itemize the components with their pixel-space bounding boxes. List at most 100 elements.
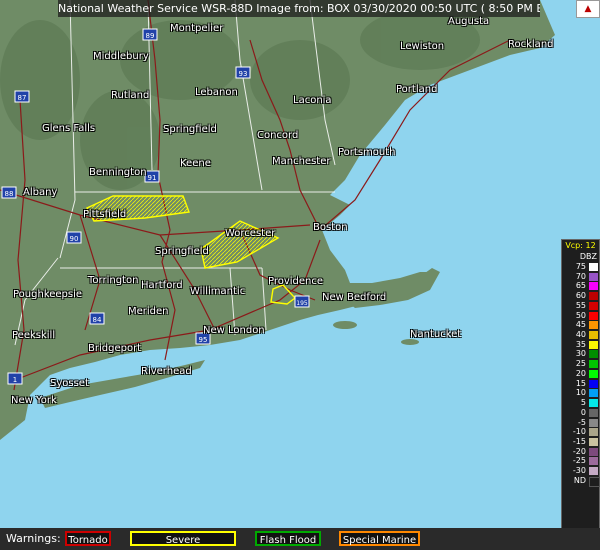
legend-color-swatch bbox=[589, 360, 598, 369]
legend-level-label: 30 bbox=[575, 349, 586, 359]
legend-row: 55 bbox=[562, 301, 599, 311]
legend-row: 60 bbox=[562, 291, 599, 301]
shield-text: 88 bbox=[5, 190, 14, 198]
city-label: Nantucket bbox=[410, 329, 462, 340]
legend-color-swatch bbox=[589, 301, 598, 310]
legend-level-label: 50 bbox=[575, 310, 586, 320]
legend-row: -30 bbox=[562, 466, 599, 476]
highway-marker-icon: ▲ bbox=[576, 0, 600, 18]
legend-color-swatch bbox=[589, 457, 598, 466]
shield-text: 91 bbox=[148, 174, 157, 182]
city-label: Hartford bbox=[141, 280, 183, 291]
legend-color-swatch bbox=[589, 311, 598, 320]
city-label: Middlebury bbox=[93, 51, 149, 62]
legend-level-label: 25 bbox=[575, 359, 586, 369]
city-label: Springfield bbox=[155, 246, 209, 257]
city-label: Meriden bbox=[128, 306, 169, 317]
legend-level-label: 10 bbox=[575, 388, 586, 398]
legend-row: 15 bbox=[562, 379, 599, 389]
legend-level-label: 60 bbox=[575, 291, 586, 301]
legend-level-label: ND bbox=[573, 475, 586, 485]
city-label: Willimantic bbox=[190, 286, 246, 297]
legend-level-label: 70 bbox=[575, 271, 586, 281]
warning-special-marine-button[interactable]: Special Marine bbox=[339, 531, 420, 546]
legend-level-label: 0 bbox=[580, 407, 586, 417]
legend-level-label: 75 bbox=[575, 262, 586, 271]
city-label: Glens Falls bbox=[42, 123, 96, 134]
legend-level-label: -15 bbox=[572, 436, 586, 446]
warning-severe-thunderstorm-button[interactable]: Severe Thunderstorm bbox=[130, 531, 236, 546]
legend-color-swatch bbox=[589, 350, 598, 359]
warning-flash-flood-button[interactable]: Flash Flood bbox=[255, 531, 321, 546]
city-label: Lewiston bbox=[400, 41, 445, 52]
legend-row: 45 bbox=[562, 320, 599, 330]
city-label: Rutland bbox=[111, 90, 150, 101]
legend-color-swatch bbox=[589, 321, 598, 330]
interstate-shield-195: 195 bbox=[294, 295, 310, 308]
interstate-shield-88: 88 bbox=[1, 186, 17, 199]
interstate-shield-1: 1 bbox=[7, 372, 23, 385]
legend-color-swatch bbox=[589, 408, 598, 417]
warning-label: Severe Thunderstorm bbox=[165, 535, 201, 546]
legend-row: 30 bbox=[562, 349, 599, 359]
legend-level-label: 15 bbox=[575, 378, 586, 388]
city-label: Providence bbox=[268, 276, 324, 287]
shield-text: 87 bbox=[18, 94, 27, 102]
city-label: Riverhead bbox=[141, 366, 192, 377]
legend-color-swatch bbox=[589, 447, 598, 456]
legend-color-swatch bbox=[589, 418, 598, 427]
legend-row: 40 bbox=[562, 330, 599, 340]
legend-color-swatch bbox=[589, 340, 598, 349]
city-label: Boston bbox=[313, 222, 348, 233]
legend-level-label: -25 bbox=[572, 456, 586, 466]
city-label: Poughkeepsie bbox=[13, 289, 83, 300]
legend-level-label: -30 bbox=[572, 466, 586, 476]
reflectivity-legend: Vcp: 12 DBZ 75 70 65 60 55 50 45 40 35 30 25 20 15 10… bbox=[561, 239, 600, 543]
legend-level-label: 45 bbox=[575, 320, 586, 330]
legend-row: -15 bbox=[562, 437, 599, 447]
warnings-bar: Warnings: Tornado Severe Thunderstorm Fl… bbox=[0, 528, 600, 550]
interstate-shield-93: 93 bbox=[235, 66, 251, 79]
legend-color-swatch bbox=[589, 437, 598, 446]
legend-row: 0 bbox=[562, 408, 599, 418]
legend-level-label: 65 bbox=[575, 281, 586, 291]
legend-color-swatch bbox=[589, 428, 598, 437]
warnings-label: Warnings: bbox=[6, 532, 61, 545]
image-title-bar: National Weather Service WSR-88D Image f… bbox=[58, 0, 540, 17]
legend-level-label: 5 bbox=[580, 398, 586, 408]
legend-row: -20 bbox=[562, 447, 599, 457]
shield-text: 89 bbox=[146, 32, 155, 40]
city-label: Bennington bbox=[89, 167, 147, 178]
legend-level-label: 20 bbox=[575, 368, 586, 378]
legend-row: 10 bbox=[562, 388, 599, 398]
city-label: New Bedford bbox=[322, 292, 387, 303]
shield-text: 95 bbox=[199, 336, 208, 344]
interstate-shield-89: 89 bbox=[142, 28, 158, 41]
legend-row: ND bbox=[562, 475, 600, 487]
city-label: Springfield bbox=[163, 124, 217, 135]
legend-color-swatch bbox=[589, 399, 598, 408]
shield-text: 90 bbox=[70, 235, 79, 243]
city-label: New York bbox=[11, 395, 57, 406]
legend-row: 25 bbox=[562, 359, 599, 369]
legend-color-swatch bbox=[589, 389, 598, 398]
legend-level-label: 35 bbox=[575, 339, 586, 349]
city-label: Pittsfield bbox=[83, 209, 127, 220]
legend-level-label: 40 bbox=[575, 330, 586, 340]
warning-label: Flash Flood bbox=[259, 535, 317, 546]
legend-color-swatch bbox=[589, 272, 598, 281]
legend-color-swatch bbox=[589, 467, 598, 476]
warning-label: Tornado bbox=[68, 535, 108, 546]
legend-row: 75 bbox=[562, 262, 599, 272]
warning-tornado-button[interactable]: Tornado bbox=[65, 531, 111, 546]
shield-text: 1 bbox=[13, 376, 17, 384]
city-label: New London bbox=[203, 325, 265, 336]
legend-level-label: -20 bbox=[572, 446, 586, 456]
legend-color-swatch bbox=[589, 263, 598, 271]
legend-color-swatch bbox=[589, 331, 598, 340]
legend-row: -25 bbox=[562, 456, 599, 466]
city-label: Concord bbox=[257, 130, 299, 141]
legend-color-swatch bbox=[589, 369, 598, 378]
city-label: Montpelier bbox=[170, 23, 224, 34]
radar-map-viewer: 89 93 87 91 88 90 84 195 95 1 Montpelier… bbox=[0, 0, 600, 550]
